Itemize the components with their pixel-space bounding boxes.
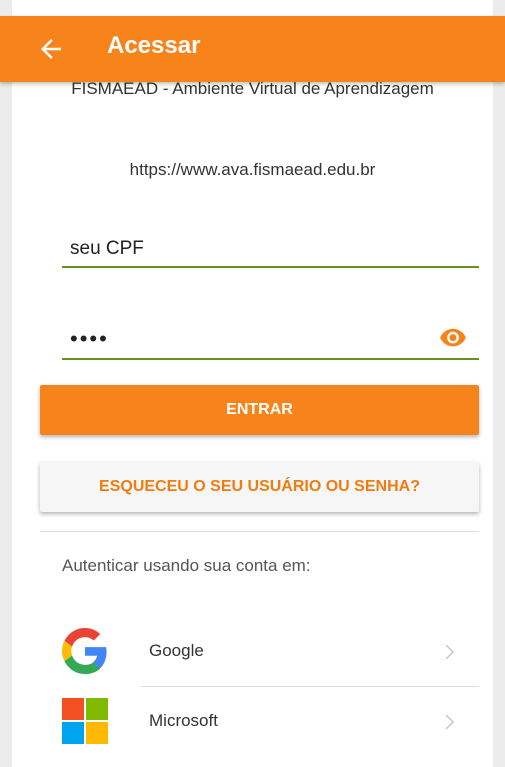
password-field[interactable] [62, 318, 479, 360]
login-button[interactable]: ENTRAR [40, 385, 479, 435]
eye-icon[interactable] [439, 326, 467, 348]
microsoft-logo-icon [62, 698, 108, 744]
site-url: https://www.ava.fismaead.edu.br [129, 160, 376, 179]
username-field[interactable] [62, 226, 479, 268]
page-title: Acessar [107, 32, 201, 59]
provider-microsoft[interactable]: Microsoft [40, 687, 479, 757]
provider-google[interactable]: Google [40, 617, 479, 687]
google-logo-icon [62, 628, 107, 674]
auth-label: Autenticar usando sua conta em: [62, 556, 311, 575]
username-input[interactable] [70, 238, 400, 260]
provider-name: Google [149, 641, 204, 660]
chevron-right-icon [445, 714, 455, 730]
password-input[interactable] [70, 326, 400, 352]
divider [40, 531, 479, 532]
arrow-left-icon[interactable] [36, 34, 66, 64]
chevron-right-icon [445, 644, 455, 660]
provider-name: Microsoft [149, 711, 218, 730]
app-bar: Acessar [0, 16, 505, 82]
forgot-password-button[interactable]: ESQUECEU O SEU USUÁRIO OU SENHA? [40, 462, 479, 512]
